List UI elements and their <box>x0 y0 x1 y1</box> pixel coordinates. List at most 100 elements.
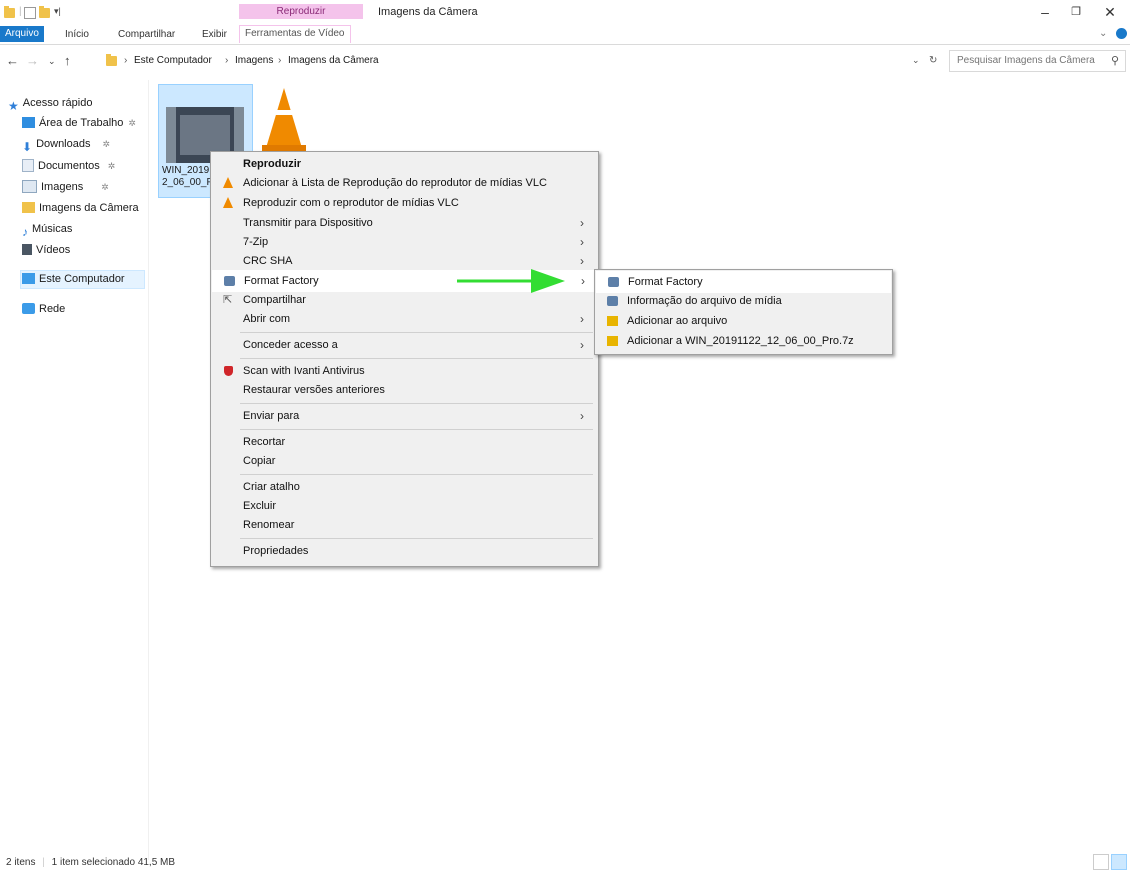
breadcrumb-imagens[interactable]: Imagens <box>235 55 273 66</box>
tab-ferramentas-de-video[interactable]: Ferramentas de Vídeo <box>239 25 351 43</box>
folder-icon <box>4 6 15 18</box>
tab-inicio[interactable]: Início <box>60 27 94 43</box>
vlc-cone-stripe <box>275 110 293 115</box>
nav-item-acesso-rapido[interactable]: ★ Acesso rápido <box>8 94 92 113</box>
green-arrow-annotation <box>457 269 565 293</box>
restore-button[interactable]: ❐ <box>1062 3 1090 21</box>
menu-item-excluir[interactable]: Excluir <box>212 496 595 516</box>
nav-item-este-computador[interactable]: Este Computador <box>22 270 125 288</box>
music-icon: ♪ <box>22 224 28 239</box>
arrow-head <box>531 269 565 293</box>
up-arrow-icon[interactable]: ↑ <box>64 53 71 68</box>
ribbon-tabs: Arquivo Início Compartilhar Exibir Ferra… <box>0 22 1130 45</box>
menu-item-reproduzir-vlc[interactable]: Reproduzir com o reprodutor de mídias VL… <box>212 193 595 213</box>
film-strip-icon <box>166 107 176 163</box>
menu-item-conceder-acesso[interactable]: Conceder acesso a › <box>212 335 595 355</box>
context-menu: Reproduzir Adicionar à Lista de Reproduç… <box>210 151 599 567</box>
menu-item-7zip[interactable]: 7-Zip › <box>212 232 595 252</box>
tab-compartilhar[interactable]: Compartilhar <box>113 27 180 43</box>
search-box[interactable]: ⚲ <box>949 50 1126 72</box>
pin-icon: ✲ <box>102 139 111 149</box>
menu-item-scan-ivanti[interactable]: Scan with Ivanti Antivirus <box>212 361 595 381</box>
nav-item-imagens-da-camera[interactable]: Imagens da Câmera <box>22 199 139 217</box>
minimize-button[interactable]: – <box>1031 3 1059 21</box>
menu-item-adicionar-lista-vlc[interactable]: Adicionar à Lista de Reprodução do repro… <box>212 173 595 193</box>
pin-icon: ✲ <box>107 161 116 171</box>
breadcrumb-separator[interactable]: › <box>124 55 127 66</box>
nav-item-documentos[interactable]: Documentos ✲ <box>22 157 115 175</box>
nav-item-downloads[interactable]: ⬇ Downloads ✲ <box>22 135 111 154</box>
chevron-right-icon: › <box>581 274 585 288</box>
nav-item-area-de-trabalho[interactable]: Área de Trabalho ✲ <box>22 114 136 132</box>
menu-item-criar-atalho[interactable]: Criar atalho <box>212 477 595 497</box>
folder-icon <box>22 201 35 213</box>
pin-icon: ✲ <box>128 118 136 128</box>
status-selection: 1 item selecionado <box>51 857 136 868</box>
pictures-icon <box>22 179 37 193</box>
menu-item-enviar-para[interactable]: Enviar para › <box>212 406 595 426</box>
ribbon-expand-icon[interactable]: ⌄ <box>1099 28 1107 39</box>
vlc-icon <box>223 197 233 208</box>
large-icons-view-icon[interactable] <box>1111 854 1127 870</box>
menu-item-abrir-com[interactable]: Abrir com › <box>212 309 595 329</box>
address-bar[interactable]: › Este Computador › Imagens › Imagens da… <box>103 50 947 72</box>
menu-item-transmitir[interactable]: Transmitir para Dispositivo › <box>212 213 595 233</box>
submenu-item-informacao-midia[interactable]: Informação do arquivo de mídia <box>596 291 889 311</box>
window-title: Imagens da Câmera <box>378 6 478 18</box>
format-factory-submenu: Format Factory Informação do arquivo de … <box>594 269 893 355</box>
chevron-right-icon: › <box>580 409 584 423</box>
address-dropdown-icon[interactable]: ⌄ <box>912 55 920 66</box>
menu-item-restaurar-versoes[interactable]: Restaurar versões anteriores <box>212 380 595 400</box>
tab-arquivo[interactable]: Arquivo <box>0 26 44 42</box>
videos-icon <box>22 243 32 255</box>
status-separator: | <box>42 857 45 868</box>
refresh-icon[interactable]: ↻ <box>929 55 937 66</box>
status-size: 41,5 MB <box>137 857 176 868</box>
breadcrumb-separator[interactable]: › <box>225 55 228 66</box>
chevron-right-icon: › <box>580 235 584 249</box>
submenu-item-adicionar-arquivo[interactable]: Adicionar ao arquivo <box>596 311 889 331</box>
nav-item-videos[interactable]: Vídeos <box>22 241 70 259</box>
forward-arrow-icon[interactable]: → <box>26 53 39 68</box>
recent-locations-icon[interactable]: ⌄ <box>48 56 56 67</box>
help-icon[interactable] <box>1116 28 1127 39</box>
nav-item-rede[interactable]: Rede <box>22 300 65 318</box>
chevron-right-icon: › <box>580 338 584 352</box>
close-button[interactable]: ✕ <box>1096 3 1124 21</box>
search-input[interactable] <box>957 55 1107 66</box>
status-bar: 2 itens | 1 item selecionado 41,5 MB <box>6 857 175 868</box>
share-icon: ⇱ <box>223 294 233 306</box>
back-arrow-icon[interactable]: ← <box>6 53 19 68</box>
properties-icon[interactable] <box>24 7 36 19</box>
menu-item-renomear[interactable]: Renomear <box>212 515 595 535</box>
menu-item-copiar[interactable]: Copiar <box>212 451 595 471</box>
documents-icon <box>22 158 34 172</box>
details-view-icon[interactable] <box>1093 854 1109 870</box>
search-icon[interactable]: ⚲ <box>1111 54 1119 67</box>
new-folder-icon[interactable] <box>39 6 50 18</box>
menu-item-recortar[interactable]: Recortar <box>212 432 595 452</box>
breadcrumb-separator[interactable]: › <box>278 55 281 66</box>
status-item-count: 2 itens <box>6 857 36 868</box>
menu-item-propriedades[interactable]: Propriedades <box>212 541 595 561</box>
archive-icon <box>607 336 618 346</box>
vlc-file-icon[interactable] <box>266 88 302 148</box>
submenu-item-adicionar-7z[interactable]: Adicionar a WIN_20191122_12_06_00_Pro.7z <box>596 331 889 351</box>
tab-exibir[interactable]: Exibir <box>197 27 232 43</box>
chevron-right-icon: › <box>580 216 584 230</box>
file-name-line2: 2_06_00_P <box>162 177 214 188</box>
video-frame <box>180 115 230 155</box>
nav-item-imagens[interactable]: Imagens ✲ <box>22 178 109 196</box>
menu-separator <box>240 403 593 404</box>
nav-item-musicas[interactable]: ♪ Músicas <box>22 220 72 239</box>
menu-separator <box>240 358 593 359</box>
breadcrumb-imagens-da-camera[interactable]: Imagens da Câmera <box>288 55 379 66</box>
computer-icon <box>22 272 35 284</box>
breadcrumb-este-computador[interactable]: Este Computador <box>134 55 212 66</box>
qat-dropdown-icon[interactable]: ▾| <box>54 6 61 17</box>
format-factory-icon <box>224 276 235 286</box>
menu-item-reproduzir[interactable]: Reproduzir <box>212 154 595 174</box>
folder-icon <box>106 54 117 66</box>
file-name-line1: WIN_2019 <box>162 165 210 176</box>
submenu-item-format-factory[interactable]: Format Factory <box>596 271 891 293</box>
